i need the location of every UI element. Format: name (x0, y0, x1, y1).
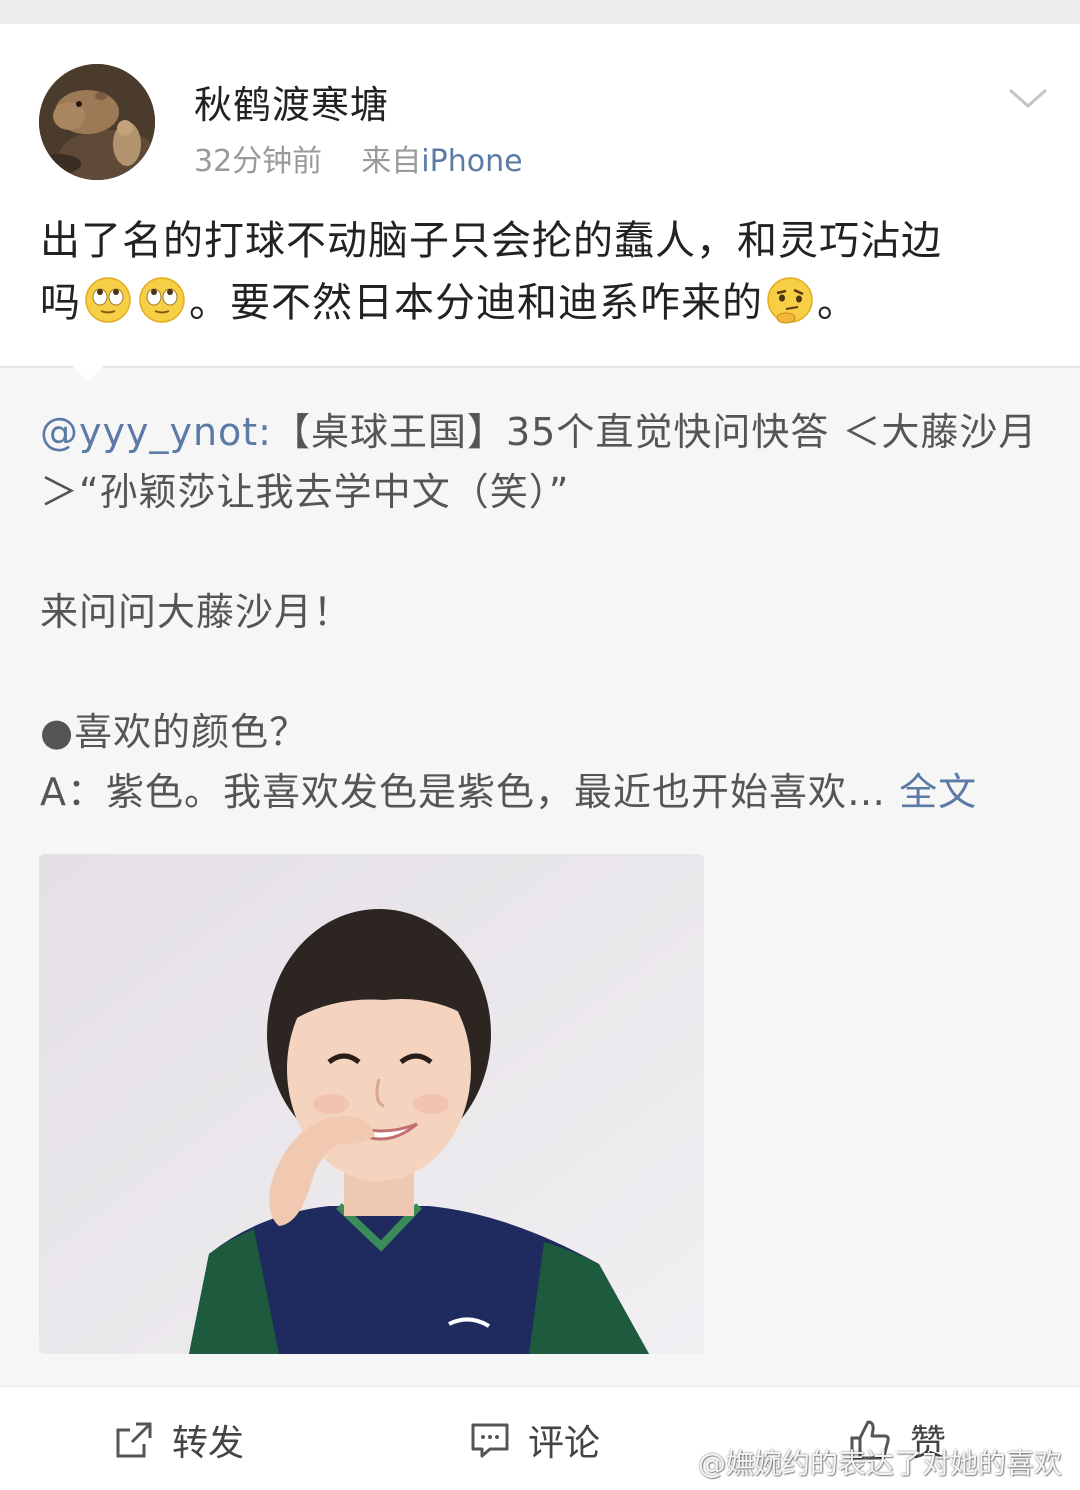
post-text-part-c: 。 (817, 280, 858, 326)
eye-roll-emoji-icon (139, 277, 185, 323)
post-card: 秋鹤渡寒塘 32分钟前 来自iPhone 出了名的打球不动脑子只会抡的蠢人，和灵… (0, 24, 1080, 366)
post-text-part-b: 。要不然日本分迪和迪系咋来的 (189, 280, 763, 326)
repost-answer: A：紫色。我喜欢发色是紫色，最近也开始喜欢… (40, 770, 886, 814)
repost-text: @yyy_ynot:【桌球王国】35个直觉快问快答 ＜大藤沙月 ＞“孙颖莎让我去… (40, 402, 1050, 822)
repost-title: 【桌球王国】35个直觉快问快答 ＜大藤沙月 (272, 410, 1038, 454)
source-prefix: 来自 (361, 144, 422, 179)
avatar[interactable] (39, 64, 155, 180)
eye-roll-emoji-icon (85, 277, 131, 323)
post-text-part-a: 吗 (40, 280, 81, 326)
post-text-line-2: 吗 。要不然日本分迪和迪系咋来的 。 (40, 272, 1050, 334)
full-text-link[interactable]: 全文 (899, 770, 977, 814)
player-portrait-image (39, 854, 704, 1354)
repost-line-2: ＞“孙颖莎让我去学中文（笑）” (40, 470, 570, 514)
repost-line-3: 来问问大藤沙月！ (40, 590, 353, 634)
capybara-avatar-image (39, 64, 155, 180)
repost-photo[interactable] (39, 854, 704, 1354)
chevron-down-icon[interactable] (1006, 82, 1050, 112)
source-name[interactable]: iPhone (421, 144, 522, 179)
repost-mention[interactable]: @yyy_ynot: (40, 410, 272, 454)
post-text: 出了名的打球不动脑子只会抡的蠢人，和灵巧沾边 吗 。要不然日本分迪和迪系咋来的 (40, 210, 1050, 334)
comment-label: 评论 (528, 1423, 601, 1464)
weibo-logo-icon (655, 1449, 690, 1477)
top-gap (0, 0, 1080, 24)
comment-button[interactable]: 评论 (470, 1415, 600, 1465)
watermark-text: @嫵婉约的表达了对她的喜欢 (698, 1447, 1063, 1480)
repost-notch (70, 364, 106, 382)
repost-line-4: ●喜欢的颜色？ (40, 710, 309, 754)
username[interactable]: 秋鹤渡寒塘 (194, 74, 389, 129)
post-time: 32分钟前 (194, 144, 323, 179)
post-meta: 32分钟前 来自iPhone (194, 136, 523, 180)
repost-label: 转发 (172, 1423, 245, 1464)
weibo-watermark: @嫵婉约的表达了对她的喜欢 (654, 1442, 1062, 1482)
post-text-line-1: 出了名的打球不动脑子只会抡的蠢人，和灵巧沾边 (40, 218, 942, 264)
thinking-emoji-icon (767, 277, 813, 324)
comment-icon (471, 1423, 509, 1458)
repost-line-5: A：紫色。我喜欢发色是紫色，最近也开始喜欢… 全文 (40, 762, 1050, 822)
share-icon (116, 1422, 152, 1458)
repost-line-1: @yyy_ynot:【桌球王国】35个直觉快问快答 ＜大藤沙月 (40, 402, 1050, 462)
repost-button[interactable]: 转发 (114, 1415, 244, 1465)
